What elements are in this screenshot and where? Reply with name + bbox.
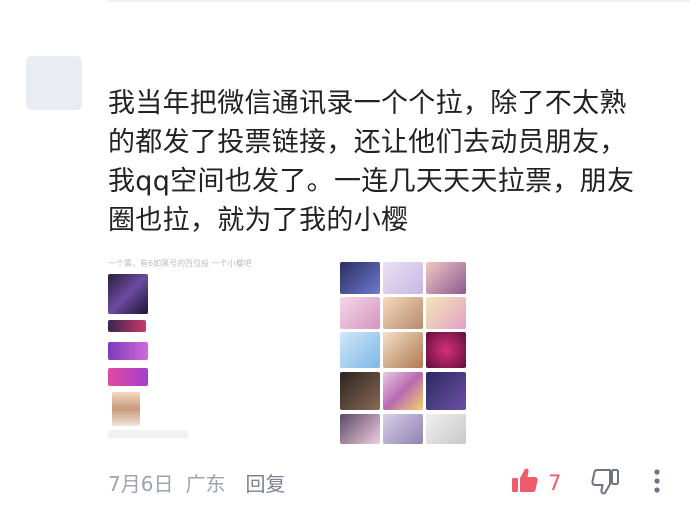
thumb-4	[108, 368, 148, 386]
collage-13	[340, 414, 380, 444]
reply-button[interactable]: 回复	[245, 468, 285, 497]
dislike-button[interactable]	[590, 466, 620, 500]
thumb-2	[108, 320, 146, 332]
comment-image-right[interactable]	[340, 262, 466, 448]
comment-meta: 7月6日 广东 回复	[108, 468, 297, 496]
collage-4	[340, 297, 380, 329]
like-count: 7	[548, 471, 562, 495]
comment-image-left[interactable]: 一个票，有6如黑号的百位投 一个小樱吧	[108, 258, 309, 444]
avatar[interactable]	[26, 56, 82, 110]
thumb-1	[108, 274, 148, 314]
comment-location: 广东	[185, 471, 226, 496]
collage-12	[426, 372, 466, 410]
collage-3	[426, 262, 466, 294]
thumb-5	[112, 392, 140, 426]
collage-9	[426, 332, 466, 368]
top-divider	[108, 0, 690, 2]
thumbs-down-icon	[590, 469, 620, 500]
collage-10	[340, 372, 380, 410]
more-vertical-icon	[650, 469, 664, 498]
collage-8	[383, 332, 423, 368]
thumbs-up-icon	[510, 466, 540, 500]
collage-7	[340, 332, 380, 368]
collage-5	[383, 297, 423, 329]
more-button[interactable]	[650, 468, 664, 498]
collage-6	[426, 297, 466, 329]
collage-11	[383, 372, 423, 410]
collage-15	[426, 414, 466, 444]
like-button[interactable]: 7	[510, 466, 561, 500]
image-caption: 一个票，有6如黑号的百位投 一个小樱吧	[108, 259, 252, 268]
thumb-3	[108, 342, 148, 360]
comment-text: 我当年把微信通讯录一个个拉，除了不太熟 的都发了投票链接，还让他们去动员朋友， …	[108, 88, 635, 236]
thumb-6	[108, 430, 188, 438]
collage-14	[383, 414, 423, 444]
collage-1	[340, 262, 380, 294]
comment-date: 7月6日	[108, 471, 174, 496]
collage-2	[383, 262, 423, 294]
